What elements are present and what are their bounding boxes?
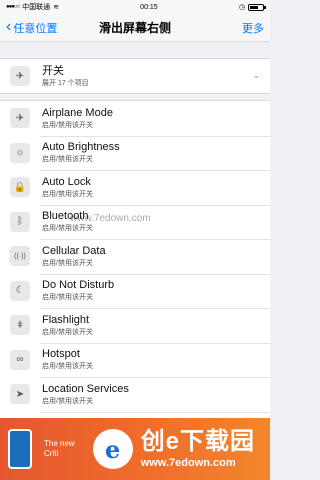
- moon-icon: ☾: [10, 280, 30, 301]
- ad-brand: 创e下载园 www.7edown.com: [141, 428, 255, 470]
- toggle-row-flashlight[interactable]: ǂ Flashlight 启用/禁用该开关: [0, 308, 270, 343]
- toggles-header-group: ✈ 开关 展开 17 个项目 ⌄: [0, 58, 270, 94]
- ad-banner[interactable]: The new Criti e 创e下载园 www.7edown.com: [0, 418, 270, 480]
- ad-brand-title: 创e下载园: [140, 428, 256, 455]
- toggle-row-location-services[interactable]: ➤ Location Services 启用/禁用该开关: [0, 377, 270, 412]
- toggle-title: Cellular Data: [42, 244, 106, 257]
- brand-logo-icon: e: [92, 429, 133, 469]
- toggle-subtitle: 启用/禁用该开关: [42, 121, 93, 129]
- lock-icon: 🔒: [10, 177, 30, 198]
- toggle-row-hotspot[interactable]: ∞ Hotspot 启用/禁用该开关: [0, 342, 270, 378]
- toggle-row-auto-lock[interactable]: 🔒 Auto Lock 启用/禁用该开关: [0, 170, 270, 205]
- toggle-subtitle: 启用/禁用该开关: [42, 363, 93, 371]
- toggle-title: Auto Brightness: [42, 141, 120, 154]
- sun-icon: ☼: [10, 142, 30, 163]
- toggle-subtitle: 启用/禁用该开关: [42, 156, 93, 164]
- carrier-label: 中国联通: [22, 4, 51, 11]
- toggles-header-row[interactable]: ✈ 开关 展开 17 个项目 ⌄: [0, 59, 270, 93]
- toggles-header-title: 开关: [42, 64, 64, 77]
- airplane-icon: ✈: [10, 108, 30, 129]
- toggle-title: Auto Lock: [42, 175, 91, 188]
- ad-text: The new Criti: [44, 439, 75, 459]
- chevron-left-icon: ‹: [6, 17, 12, 35]
- more-button[interactable]: 更多: [242, 20, 264, 36]
- link-icon: ∞: [10, 349, 30, 370]
- toggle-subtitle: 启用/禁用该开关: [42, 294, 93, 302]
- nav-bar: ‹ 任意位置 滑出屏幕右侧 更多: [0, 14, 270, 42]
- clock-icon: ◷: [238, 4, 245, 11]
- ad-brand-url: www.7edown.com: [140, 457, 236, 469]
- battery-icon: [247, 3, 266, 11]
- toggle-title: Location Services: [42, 382, 129, 395]
- chevron-down-icon[interactable]: ⌄: [252, 70, 260, 81]
- ad-text-line1: The new: [44, 439, 75, 448]
- ad-text-line2: Criti: [44, 449, 59, 458]
- wifi-icon: ≋: [53, 4, 59, 11]
- airplane-icon: ✈: [10, 66, 30, 86]
- ad-phone-image: [8, 429, 32, 469]
- toggle-title: Flashlight: [42, 313, 90, 326]
- toggles-header-subtitle: 展开 17 个项目: [42, 79, 89, 87]
- toggle-title: Hotspot: [42, 348, 80, 361]
- flashlight-icon: ǂ: [10, 315, 30, 336]
- toggle-row-airplane-mode[interactable]: ✈ Airplane Mode 启用/禁用该开关: [0, 101, 270, 136]
- toggle-subtitle: 启用/禁用该开关: [42, 397, 93, 405]
- toggle-title: Do Not Disturb: [42, 279, 115, 292]
- status-bar: ●●●○○ 中国联通 ≋ 00:15 ◷: [0, 0, 270, 14]
- toggle-list: ✈ Airplane Mode 启用/禁用该开关 ☼ Auto Brightness 启用…: [0, 100, 270, 447]
- back-label: 任意位置: [13, 22, 58, 35]
- toggle-title: Airplane Mode: [42, 106, 113, 119]
- status-right: ◷: [238, 3, 266, 11]
- toggle-row-cellular-data[interactable]: ((·)) Cellular Data 启用/禁用该开关: [0, 239, 270, 274]
- toggle-subtitle: 启用/禁用该开关: [42, 190, 93, 198]
- status-time: 00:15: [140, 3, 158, 11]
- watermark-text: www.7edown.com: [70, 213, 151, 224]
- antenna-icon: ((·)): [10, 246, 30, 267]
- back-button[interactable]: ‹ 任意位置: [6, 17, 58, 36]
- toggle-subtitle: 启用/禁用该开关: [42, 259, 93, 267]
- toggle-subtitle: 启用/禁用该开关: [42, 328, 93, 336]
- toggle-subtitle: 启用/禁用该开关: [42, 225, 93, 233]
- status-left: ●●●○○ 中国联通 ≋: [6, 2, 59, 12]
- toggle-row-auto-brightness[interactable]: ☼ Auto Brightness 启用/禁用该开关: [0, 135, 270, 171]
- toggle-row-do-not-disturb[interactable]: ☾ Do Not Disturb 启用/禁用该开关: [0, 273, 270, 309]
- signal-dots-icon: ●●●○○: [6, 4, 20, 10]
- location-arrow-icon: ➤: [10, 384, 30, 405]
- bluetooth-icon: ᛒ: [10, 211, 30, 232]
